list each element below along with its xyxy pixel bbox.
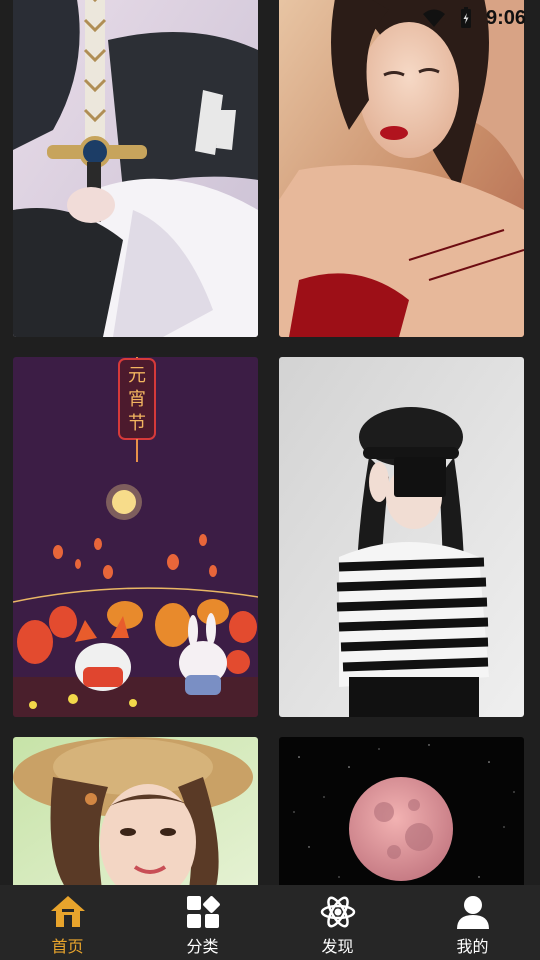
wifi-icon bbox=[422, 9, 445, 27]
lantern-festival-image: 元 宵 节 bbox=[13, 357, 258, 717]
bottom-tab-bar: 首页 分类 发现 我的 bbox=[0, 885, 540, 960]
wallpaper-grid[interactable]: 元 宵 节 bbox=[0, 0, 540, 885]
status-bar: 9:06 bbox=[422, 0, 540, 36]
wallpaper-tile-portrait-woman[interactable] bbox=[279, 0, 524, 337]
app-screen: 9:06 元 宵 节 首页 分类 发现 我的 bbox=[0, 0, 540, 960]
tab-discover[interactable]: 发现 bbox=[270, 885, 405, 960]
wallpaper-tile-pink-moon[interactable] bbox=[279, 737, 524, 885]
wallpaper-tile-anime-swordsman[interactable] bbox=[13, 0, 258, 337]
tab-category[interactable]: 分类 bbox=[135, 885, 270, 960]
girl-straw-hat-image bbox=[13, 737, 258, 885]
portrait-woman-image bbox=[279, 0, 524, 337]
tab-discover-label: 发现 bbox=[321, 939, 354, 956]
user-profile-icon bbox=[456, 896, 489, 929]
girl-black-hat-image bbox=[279, 357, 524, 717]
festival-title-char-3: 节 bbox=[128, 413, 146, 434]
home-icon bbox=[50, 896, 85, 927]
tab-home[interactable]: 首页 bbox=[0, 885, 135, 960]
category-icon bbox=[186, 896, 220, 928]
tab-profile[interactable]: 我的 bbox=[405, 885, 540, 960]
tab-home-label: 首页 bbox=[51, 939, 84, 956]
atom-discover-icon bbox=[320, 896, 355, 928]
festival-title-char-2: 宵 bbox=[128, 389, 146, 410]
anime-swordsman-image bbox=[13, 0, 258, 337]
status-time: 9:06 bbox=[485, 6, 526, 29]
battery-icon bbox=[460, 7, 471, 28]
wallpaper-tile-lantern-festival[interactable]: 元 宵 节 bbox=[13, 357, 258, 717]
wallpaper-tile-girl-straw-hat[interactable] bbox=[13, 737, 258, 885]
wallpaper-tile-girl-black-hat[interactable] bbox=[279, 357, 524, 717]
tab-profile-label: 我的 bbox=[456, 939, 489, 956]
festival-title-char-1: 元 bbox=[128, 365, 146, 386]
pink-moon-image bbox=[279, 737, 524, 885]
tab-category-label: 分类 bbox=[186, 939, 219, 956]
